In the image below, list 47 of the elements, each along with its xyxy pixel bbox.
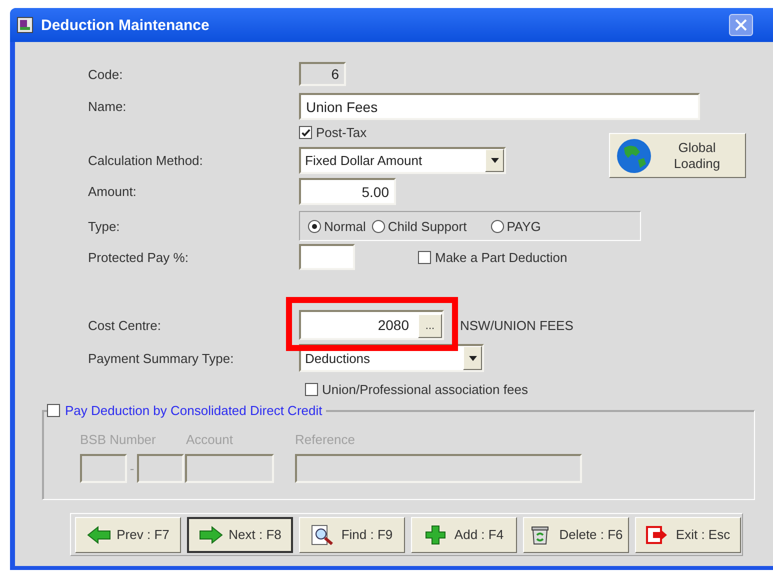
checkbox[interactable] [299, 126, 312, 139]
app-icon [17, 17, 33, 33]
toolbar-button[interactable]: Prev : F7 [75, 516, 181, 552]
field-label: Name: [88, 99, 128, 114]
toolbar-button[interactable]: Next : F8 [187, 516, 293, 552]
radio-label: Normal [324, 218, 366, 234]
checkbox-label: Union/Professional association fees [322, 382, 528, 397]
field-label: Reference [295, 432, 355, 446]
field-label: Account [186, 432, 234, 446]
field-label: Payment Summary Type: [88, 350, 235, 366]
field-label: Cost Centre: [88, 318, 162, 332]
field-label: Amount: [88, 184, 138, 199]
field-label: BSB Number [80, 432, 157, 446]
caret-icon [490, 158, 498, 163]
field-label: Protected Pay %: [88, 250, 190, 264]
code-field[interactable]: 6 [299, 62, 346, 86]
name-field[interactable]: Union Fees [299, 93, 700, 120]
amount-field[interactable]: 5.00 [299, 178, 396, 205]
protected-pay-field[interactable] [299, 244, 355, 270]
cost-centre-description: NSW/UNION FEES [460, 318, 574, 332]
checkbox-label: Make a Part Deduction [435, 250, 568, 264]
close-button[interactable] [729, 14, 753, 36]
caret-icon [468, 356, 476, 360]
radio-label: PAYG [506, 218, 541, 234]
close-icon [734, 18, 748, 32]
plus-icon [424, 524, 448, 544]
field-label: Code: [88, 66, 124, 82]
globe-icon [616, 138, 652, 174]
left-arrow-icon [86, 524, 111, 544]
lookup-button[interactable]: ... [418, 314, 442, 338]
checkbox-label: Pay Deduction by Consolidated Direct Credit [65, 402, 322, 418]
toolbar-button[interactable]: Delete : F6 [523, 516, 629, 552]
toolbar-button[interactable]: Exit : Esc [635, 516, 741, 552]
right-arrow-icon [198, 524, 223, 544]
toolbar-button[interactable]: Find : F9 [299, 516, 405, 552]
checkbox[interactable] [418, 250, 431, 264]
search-icon [311, 524, 336, 544]
checkbox[interactable] [305, 383, 318, 396]
separator-dash: - [128, 461, 136, 476]
global-loading-button[interactable]: Global Loading [609, 133, 746, 178]
field-label: Calculation Method: [88, 153, 204, 168]
radio-label: Child Support [388, 218, 467, 234]
toolbar-button[interactable]: Add : F4 [411, 516, 517, 552]
field-label: Type: [88, 218, 121, 234]
checkbox-label: Post-Tax [316, 125, 367, 140]
dropdown[interactable]: Fixed Dollar Amount [299, 147, 506, 174]
window-title: Deduction Maintenance [41, 16, 210, 34]
